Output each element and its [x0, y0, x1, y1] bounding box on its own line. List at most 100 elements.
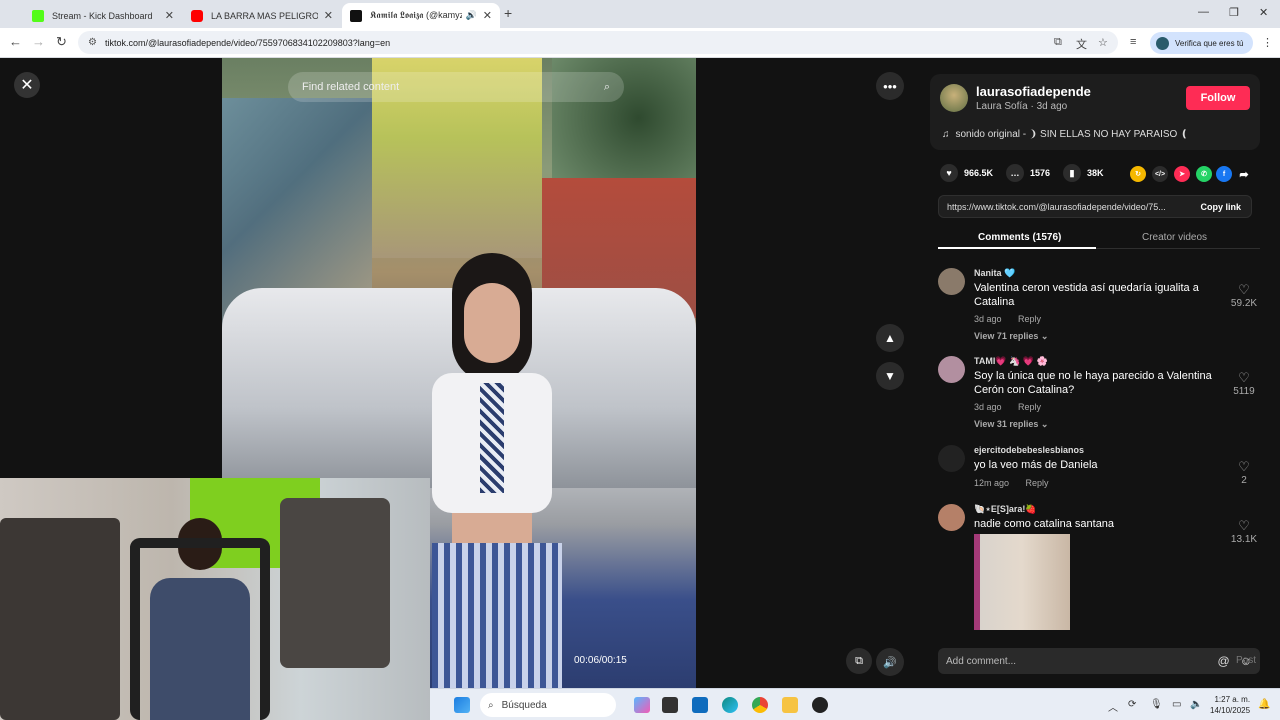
follow-button[interactable]: Follow: [1186, 86, 1250, 110]
file-explorer-icon[interactable]: [782, 697, 798, 713]
comment-text: Valentina ceron vestida así quedaría igu…: [974, 282, 1199, 308]
store-icon[interactable]: [692, 697, 708, 713]
terminal-icon[interactable]: [662, 697, 678, 713]
comment-text: nadie como catalina santana: [974, 518, 1115, 530]
taskbar-search-label: Búsqueda: [501, 699, 547, 711]
save-stat[interactable]: ▮ 38K: [1063, 164, 1104, 182]
comment-avatar[interactable]: [938, 504, 965, 531]
comment-avatar[interactable]: [938, 445, 965, 472]
windows-start-icon[interactable]: [454, 697, 470, 713]
tab-comments[interactable]: Comments (1576): [978, 232, 1061, 243]
browser-menu-icon[interactable]: ⋮: [1262, 36, 1273, 49]
close-tab-icon[interactable]: ✕: [324, 9, 333, 22]
forward-icon[interactable]: →: [32, 34, 45, 49]
profile-button[interactable]: Verifica que eres tú: [1150, 32, 1254, 54]
mention-icon[interactable]: @: [1218, 654, 1230, 668]
translate-icon[interactable]: 文: [1076, 36, 1087, 52]
reply-button[interactable]: Reply: [1018, 402, 1041, 412]
reply-button[interactable]: Reply: [1026, 478, 1049, 488]
send-icon[interactable]: ➤: [1174, 166, 1190, 182]
microphone-icon[interactable]: 🎙: [1150, 699, 1163, 710]
browser-tab-tiktok[interactable]: 𝕶𝖆𝖒𝖎𝖑𝖆 𝕷𝖔𝖆𝖎𝖟𝖆 (@kamyzs 🔊 ✕: [342, 3, 500, 28]
details-panel: laurasofiadepende Laura Sofía · 3d ago F…: [918, 58, 1280, 720]
bookmark-star-icon[interactable]: ☆: [1098, 36, 1108, 49]
comment-like[interactable]: ♡ 13.1K: [1224, 518, 1264, 545]
comment-avatar[interactable]: [938, 356, 965, 383]
edge-icon[interactable]: [722, 697, 738, 713]
install-app-icon[interactable]: ⧉: [1054, 36, 1062, 49]
author-avatar[interactable]: [940, 84, 968, 112]
comment-image[interactable]: [974, 534, 1070, 630]
embed-icon[interactable]: </>: [1152, 166, 1168, 182]
chair-left: [0, 518, 120, 720]
restore-icon[interactable]: ❐: [1229, 6, 1239, 19]
author-username[interactable]: laurasofiadepende: [976, 84, 1091, 99]
minimize-icon[interactable]: —: [1198, 6, 1209, 18]
new-tab-button[interactable]: +: [504, 5, 512, 21]
volume-button[interactable]: 🔊: [876, 648, 904, 676]
taskbar-clock[interactable]: 1:27 a. m. 14/10/2025: [1210, 694, 1250, 716]
reply-button[interactable]: Reply: [1018, 314, 1041, 324]
comment-stat[interactable]: … 1576: [1006, 164, 1050, 182]
whatsapp-icon[interactable]: ✆: [1196, 166, 1212, 182]
close-icon: ✕: [20, 77, 34, 94]
close-tab-icon[interactable]: ✕: [483, 9, 492, 22]
close-tab-icon[interactable]: ✕: [165, 9, 174, 22]
close-window-icon[interactable]: ✕: [1259, 6, 1268, 19]
music-link[interactable]: ♫ sonido original - ❩ SIN ELLAS NO HAY P…: [942, 129, 1188, 140]
close-video-button[interactable]: ✕: [14, 72, 40, 98]
chrome-icon[interactable]: [752, 697, 768, 713]
author-display-name: Laura Sofía: [976, 101, 1028, 112]
copilot-icon[interactable]: [634, 697, 650, 713]
taskbar-search[interactable]: ⌕ Búsqueda: [480, 693, 616, 717]
related-content-search[interactable]: Find related content ⌕: [288, 72, 624, 102]
network-icon[interactable]: ▭: [1172, 699, 1181, 710]
comment-meta: 12m ago Reply: [974, 478, 1049, 488]
comment-like[interactable]: ♡ 2: [1224, 459, 1264, 486]
browser-tab-kick[interactable]: Stream - Kick Dashboard ✕: [24, 3, 182, 28]
comment-author[interactable]: ejercitodebebeslesbianos: [974, 445, 1084, 455]
notifications-icon[interactable]: 🔔: [1258, 699, 1270, 710]
tab-search-icon[interactable]: ≡: [1130, 36, 1136, 48]
comment-avatar[interactable]: [938, 268, 965, 295]
url-text: tiktok.com/@laurasofiadepende/video/7559…: [104, 37, 391, 48]
address-bar[interactable]: ⚙ tiktok.com/@laurasofiadepende/video/75…: [78, 31, 1118, 54]
repost-icon[interactable]: ↻: [1130, 166, 1146, 182]
comment-author[interactable]: TAMI💗 🦄 💗 🌸: [974, 356, 1048, 367]
view-replies-button[interactable]: View 71 replies ⌄: [974, 331, 1048, 342]
browser-tab-youtube[interactable]: LA BARRA MAS PELIGROSA DE ✕: [183, 3, 341, 28]
reload-icon[interactable]: ↻: [56, 34, 67, 50]
facebook-icon[interactable]: f: [1216, 166, 1232, 182]
heart-outline-icon: ♡: [1238, 518, 1250, 533]
share-link-text[interactable]: https://www.tiktok.com/@laurasofiadepend…: [939, 202, 1190, 212]
post-comment-button[interactable]: Post: [1236, 655, 1256, 666]
more-options-button[interactable]: •••: [876, 72, 904, 100]
like-stat[interactable]: ♥ 966.5K: [940, 164, 993, 182]
copy-link-button[interactable]: Copy link: [1190, 202, 1251, 212]
heart-outline-icon: ♡: [1238, 459, 1250, 474]
add-comment-field[interactable]: Add comment... @ ☺: [938, 648, 1260, 674]
clock-date: 14/10/2025: [1210, 706, 1251, 715]
audio-playing-icon[interactable]: 🔊: [466, 10, 477, 21]
comment-author[interactable]: Nanita 🩵: [974, 268, 1015, 279]
back-icon[interactable]: ←: [9, 34, 22, 49]
view-replies-button[interactable]: View 31 replies ⌄: [974, 419, 1048, 430]
previous-video-button[interactable]: ▲: [876, 324, 904, 352]
pip-button[interactable]: ⧉: [846, 648, 872, 674]
browser-toolbar: ← → ↻ ⚙ tiktok.com/@laurasofiadepende/vi…: [0, 28, 1280, 58]
next-video-button[interactable]: ▼: [876, 362, 904, 390]
search-icon[interactable]: ⌕: [604, 81, 610, 94]
comment-time: 12m ago: [974, 478, 1010, 488]
speaker-icon[interactable]: 🔈: [1190, 699, 1202, 710]
tiktok-favicon-icon: [350, 9, 362, 22]
obs-icon[interactable]: [812, 697, 828, 713]
tray-overflow-icon[interactable]: ︿: [1108, 699, 1118, 714]
sync-icon[interactable]: ⟳: [1128, 699, 1136, 710]
site-info-icon[interactable]: ⚙: [88, 37, 97, 48]
comment-like[interactable]: ♡ 59.2K: [1224, 282, 1264, 309]
tab-creator-videos[interactable]: Creator videos: [1142, 232, 1207, 243]
comment-author[interactable]: 🐚⋆E[S]ara!🍓: [974, 504, 1037, 515]
share-icon[interactable]: ➦: [1236, 166, 1252, 182]
chevron-up-icon: ▲: [884, 331, 896, 345]
comment-like[interactable]: ♡ 5119: [1224, 370, 1264, 397]
